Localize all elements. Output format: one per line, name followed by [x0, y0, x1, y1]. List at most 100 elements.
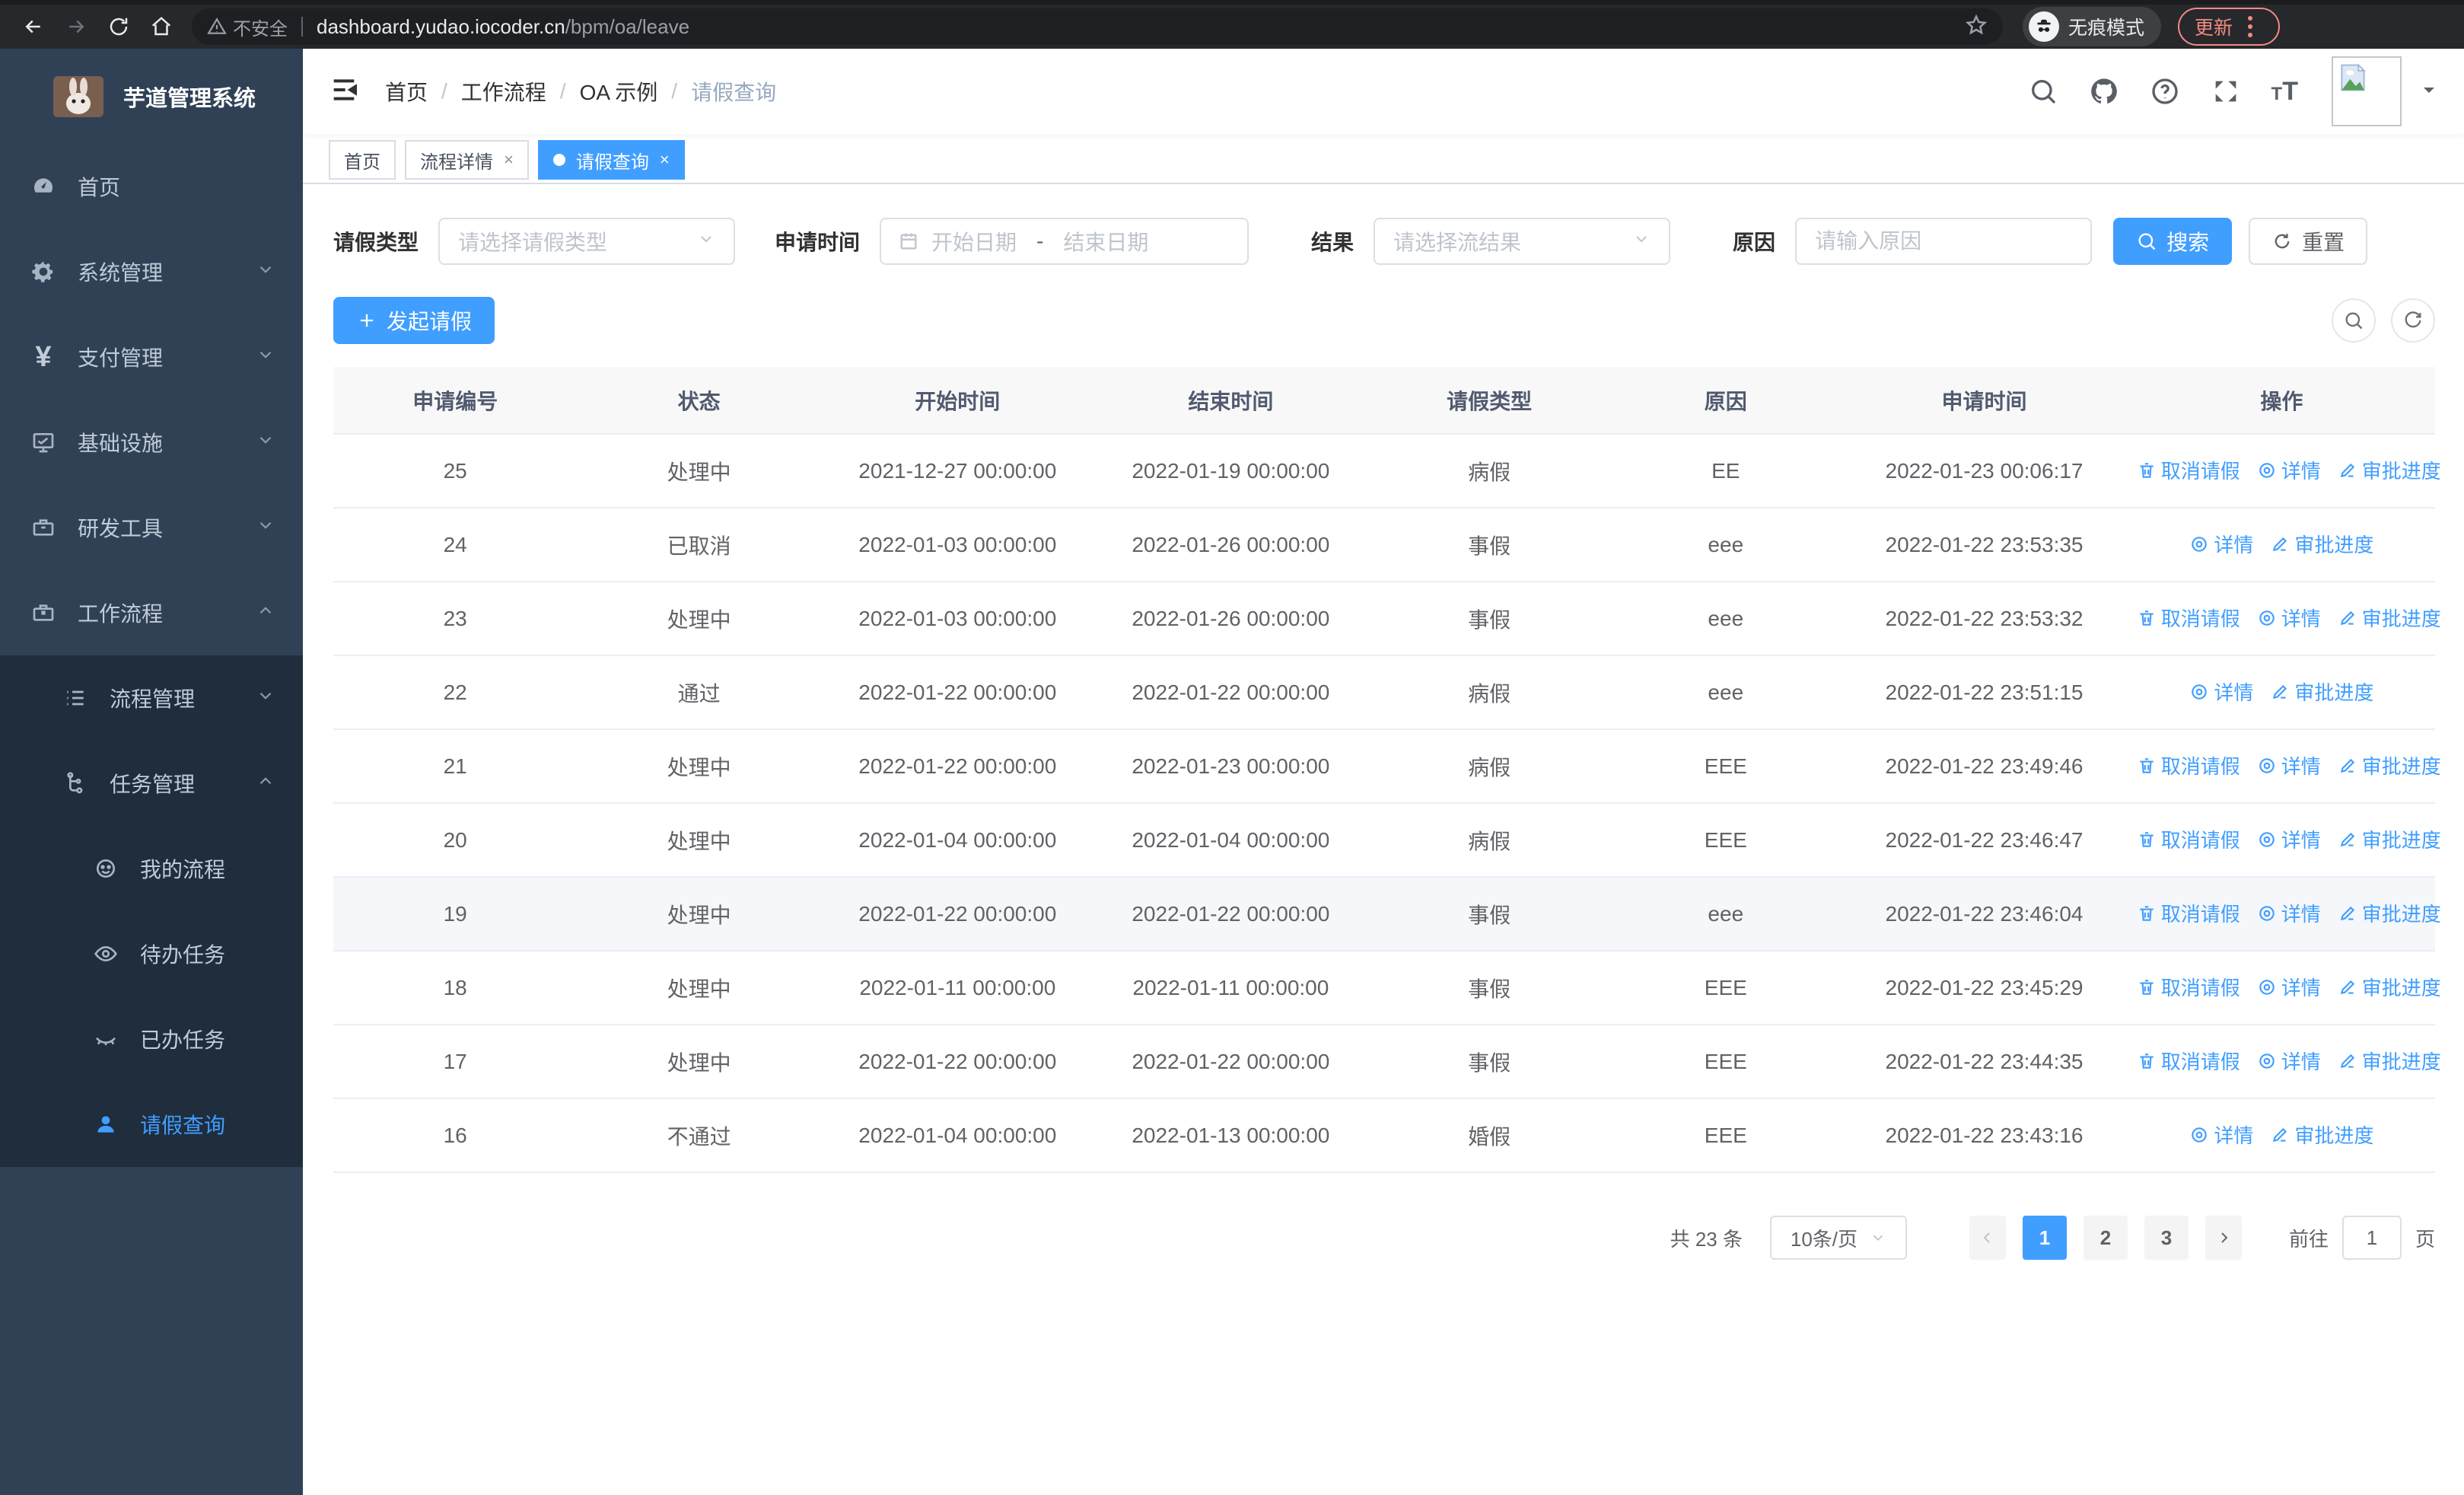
sidebar-item-leave-query[interactable]: 请假查询 [0, 1082, 303, 1167]
sidebar-item-todo-tasks[interactable]: 待办任务 [0, 911, 303, 996]
search-icon [2138, 233, 2156, 250]
table-toolbar: 发起请假 [333, 297, 2435, 344]
detail-link[interactable]: 详情 [2257, 1047, 2321, 1075]
sidebar-item-process-mgmt[interactable]: 流程管理 [0, 655, 303, 741]
update-button[interactable]: 更新 [2178, 8, 2281, 46]
help-icon[interactable] [2150, 76, 2180, 107]
reset-button[interactable]: 重置 [2249, 218, 2368, 265]
sidebar-item-payment[interactable]: ¥ 支付管理 [0, 314, 303, 400]
goto-page-input[interactable] [2341, 1216, 2402, 1260]
reason-input[interactable] [1795, 218, 2093, 265]
tab-process-detail[interactable]: 流程详情 × [405, 140, 529, 180]
view-icon [2259, 906, 2275, 921]
detail-link[interactable]: 详情 [2189, 1120, 2253, 1149]
bookmark-star-icon[interactable] [1965, 14, 1988, 40]
detail-link[interactable]: 详情 [2257, 899, 2321, 927]
table-row: 22 通过 2022-01-22 00:00:00 2022-01-22 00:… [333, 655, 2435, 730]
search-button[interactable]: 搜索 [2113, 218, 2233, 265]
approval-progress-link[interactable]: 审批进度 [2338, 1047, 2441, 1075]
date-range-picker[interactable]: 开始日期 - 结束日期 [880, 218, 1250, 265]
edit-icon [2340, 463, 2354, 477]
sidebar-item-task-mgmt[interactable]: 任务管理 [0, 741, 303, 826]
search-icon[interactable] [2028, 76, 2058, 107]
prev-page-button[interactable] [1969, 1216, 2006, 1260]
edit-icon [2340, 906, 2354, 920]
close-icon[interactable]: × [660, 150, 670, 170]
approval-progress-link[interactable]: 审批进度 [2338, 751, 2441, 779]
app-logo[interactable]: 芋道管理系统 [0, 49, 303, 144]
address-bar[interactable]: 不安全 dashboard.yudao.iocoder.cn/bpm/oa/le… [192, 8, 2003, 45]
detail-link[interactable]: 详情 [2257, 751, 2321, 779]
not-secure-warning[interactable]: 不安全 [207, 14, 288, 40]
edit-icon [2340, 980, 2354, 994]
leave-type-select[interactable]: 请选择请假类型 [438, 218, 736, 265]
sidebar-item-devtools[interactable]: 研发工具 [0, 485, 303, 570]
pagination-total: 共 23 条 [1670, 1227, 1743, 1251]
cancel-leave-link[interactable]: 取消请假 [2137, 604, 2240, 632]
tags-view-bar: 首页 流程详情 × 请假查询 × [303, 134, 2464, 184]
sidebar-fold-icon[interactable] [329, 75, 359, 109]
fullscreen-icon[interactable] [2211, 76, 2241, 107]
cancel-leave-link[interactable]: 取消请假 [2137, 825, 2240, 853]
trash-icon [2140, 906, 2154, 921]
approval-progress-link[interactable]: 审批进度 [2338, 825, 2441, 853]
fontsize-icon[interactable]: TT [2271, 77, 2298, 107]
chevron-up-icon [256, 771, 275, 796]
breadcrumb-oa[interactable]: OA 示例 [580, 76, 658, 107]
approval-progress-link[interactable]: 审批进度 [2338, 456, 2441, 484]
back-icon[interactable] [17, 10, 50, 43]
detail-link[interactable]: 详情 [2257, 825, 2321, 853]
show-search-button[interactable] [2332, 298, 2376, 343]
detail-link[interactable]: 详情 [2189, 677, 2253, 706]
chevron-down-icon [256, 686, 275, 711]
sidebar-item-home[interactable]: 首页 [0, 144, 303, 229]
app-title: 芋道管理系统 [123, 86, 256, 111]
cancel-leave-link[interactable]: 取消请假 [2137, 1047, 2240, 1075]
reload-icon[interactable] [102, 10, 135, 43]
refresh-table-button[interactable] [2391, 298, 2435, 343]
cancel-leave-link[interactable]: 取消请假 [2137, 751, 2240, 779]
forward-icon[interactable] [59, 10, 93, 43]
page-button-2[interactable]: 2 [2083, 1216, 2128, 1260]
detail-link[interactable]: 详情 [2257, 456, 2321, 484]
github-icon[interactable] [2089, 76, 2119, 107]
trash-icon [2140, 980, 2154, 995]
sidebar-item-system[interactable]: 系统管理 [0, 229, 303, 314]
approval-progress-link[interactable]: 审批进度 [2338, 973, 2441, 1001]
page-button-3[interactable]: 3 [2144, 1216, 2189, 1260]
page-button-1[interactable]: 1 [2022, 1216, 2067, 1260]
breadcrumb-home[interactable]: 首页 [385, 76, 428, 107]
view-icon [2259, 463, 2275, 478]
close-icon[interactable]: × [504, 150, 514, 170]
sidebar-item-infrastructure[interactable]: 基础设施 [0, 400, 303, 485]
table-row: 25 处理中 2021-12-27 00:00:00 2022-01-19 00… [333, 434, 2441, 508]
home-icon[interactable] [145, 10, 178, 43]
tab-leave-query[interactable]: 请假查询 × [537, 140, 685, 180]
approval-progress-link[interactable]: 审批进度 [2270, 1120, 2373, 1149]
cancel-leave-link[interactable]: 取消请假 [2137, 456, 2240, 484]
sidebar-item-workflow[interactable]: 工作流程 [0, 570, 303, 655]
tab-home[interactable]: 首页 [329, 140, 396, 180]
search-form: 请假类型 请选择请假类型 申请时间 开始日期 - 结束日期 结果 请选择流结果 [333, 218, 2435, 265]
cancel-leave-link[interactable]: 取消请假 [2137, 973, 2240, 1001]
create-leave-button[interactable]: 发起请假 [333, 297, 495, 344]
approval-progress-link[interactable]: 审批进度 [2338, 604, 2441, 632]
browser-toolbar: 不安全 dashboard.yudao.iocoder.cn/bpm/oa/le… [0, 0, 2464, 49]
approval-progress-link[interactable]: 审批进度 [2338, 899, 2441, 927]
detail-link[interactable]: 详情 [2189, 530, 2253, 558]
detail-link[interactable]: 详情 [2257, 604, 2321, 632]
caret-down-icon[interactable] [2420, 81, 2438, 103]
sidebar-item-done-tasks[interactable]: 已办任务 [0, 996, 303, 1082]
avatar[interactable] [2332, 56, 2402, 126]
result-select[interactable]: 请选择流结果 [1374, 218, 1671, 265]
cancel-leave-link[interactable]: 取消请假 [2137, 899, 2240, 927]
next-page-button[interactable] [2205, 1216, 2242, 1260]
detail-link[interactable]: 详情 [2257, 973, 2321, 1001]
goto-label: 前往 [2288, 1227, 2329, 1251]
approval-progress-link[interactable]: 审批进度 [2270, 530, 2373, 558]
breadcrumb-workflow[interactable]: 工作流程 [461, 76, 546, 107]
browser-menu-icon[interactable] [2243, 13, 2257, 40]
page-size-select[interactable]: 10条/页 [1769, 1216, 1907, 1260]
sidebar-item-my-process[interactable]: 我的流程 [0, 826, 303, 911]
approval-progress-link[interactable]: 审批进度 [2270, 677, 2373, 706]
